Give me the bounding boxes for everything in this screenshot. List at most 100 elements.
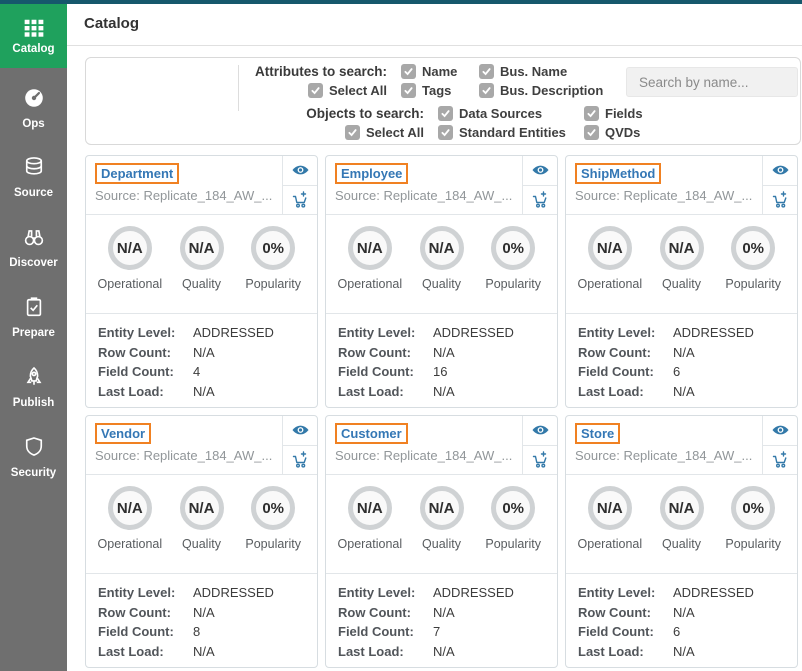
entity-stats: Entity Level:ADDRESSED Row Count:N/A Fie… bbox=[566, 314, 797, 407]
entity-source: Source: Replicate_184_AW_... bbox=[335, 188, 513, 203]
metric-circle: N/A bbox=[108, 226, 152, 270]
metric-popularity: 0% Popularity bbox=[237, 486, 309, 567]
entity-card: Vendor Source: Replicate_184_AW_... bbox=[85, 415, 318, 668]
entity-source: Source: Replicate_184_AW_... bbox=[335, 448, 513, 463]
metric-circle: 0% bbox=[731, 486, 775, 530]
add-to-cart-button[interactable] bbox=[283, 185, 317, 215]
stat-field-count: Field Count:7 bbox=[338, 622, 545, 642]
metric-quality: N/A Quality bbox=[166, 226, 238, 307]
entity-card-actions bbox=[762, 416, 797, 474]
entity-metrics: N/A Operational N/A Quality 0% Popularit… bbox=[326, 475, 557, 574]
metric-quality: N/A Quality bbox=[406, 486, 478, 567]
metric-quality: N/A Quality bbox=[646, 486, 718, 567]
checkbox-data-sources[interactable]: Data Sources bbox=[438, 106, 584, 121]
checkbox-checked-icon bbox=[401, 83, 416, 98]
preview-eye-button[interactable] bbox=[283, 416, 317, 445]
checkbox-objects-select-all[interactable]: Select All bbox=[345, 125, 424, 140]
add-to-cart-button[interactable] bbox=[283, 445, 317, 475]
top-accent-bar bbox=[0, 0, 802, 4]
stat-row-count: Row Count:N/A bbox=[338, 603, 545, 623]
metric-quality: N/A Quality bbox=[406, 226, 478, 307]
shield-icon bbox=[23, 436, 45, 458]
add-to-cart-button[interactable] bbox=[523, 185, 557, 215]
metric-circle: 0% bbox=[731, 226, 775, 270]
add-to-cart-button[interactable] bbox=[763, 445, 797, 475]
entity-card-header: Employee Source: Replicate_184_AW_... bbox=[326, 156, 557, 215]
metric-circle: N/A bbox=[420, 486, 464, 530]
entity-card-actions bbox=[522, 156, 557, 214]
checkbox-qvds[interactable]: QVDs bbox=[584, 125, 643, 140]
preview-eye-button[interactable] bbox=[763, 416, 797, 445]
checkbox-standard-entities[interactable]: Standard Entities bbox=[438, 125, 584, 140]
stat-entity-level: Entity Level:ADDRESSED bbox=[98, 323, 305, 343]
sidebar-item-label: Security bbox=[0, 467, 67, 479]
metric-circle: N/A bbox=[348, 226, 392, 270]
metric-operational: N/A Operational bbox=[574, 486, 646, 567]
preview-eye-button[interactable] bbox=[763, 156, 797, 185]
metric-operational: N/A Operational bbox=[334, 226, 406, 307]
stat-last-load: Last Load:N/A bbox=[98, 382, 305, 402]
checkbox-attributes-select-all[interactable]: Select All bbox=[308, 83, 387, 98]
preview-eye-button[interactable] bbox=[523, 156, 557, 185]
sidebar-item-label: Prepare bbox=[0, 327, 67, 339]
metric-circle: N/A bbox=[180, 486, 224, 530]
sidebar-item-security[interactable]: Security bbox=[0, 436, 67, 479]
entity-card-actions bbox=[282, 156, 317, 214]
metric-operational: N/A Operational bbox=[334, 486, 406, 567]
entity-card: Employee Source: Replicate_184_AW_... bbox=[325, 155, 558, 408]
checkbox-tags[interactable]: Tags bbox=[401, 83, 479, 98]
add-to-cart-button[interactable] bbox=[523, 445, 557, 475]
entity-name-badge[interactable]: Vendor bbox=[95, 423, 151, 444]
entity-source: Source: Replicate_184_AW_... bbox=[575, 448, 753, 463]
metric-circle: N/A bbox=[660, 486, 704, 530]
entity-card-header: Customer Source: Replicate_184_AW_... bbox=[326, 416, 557, 475]
entity-card: Customer Source: Replicate_184_AW_... bbox=[325, 415, 558, 668]
sidebar-item-ops[interactable]: Ops bbox=[0, 87, 67, 130]
sidebar-item-discover[interactable]: Discover bbox=[0, 226, 67, 269]
search-input[interactable] bbox=[626, 67, 798, 97]
stat-last-load: Last Load:N/A bbox=[578, 642, 785, 662]
metric-circle: 0% bbox=[491, 486, 535, 530]
entity-card-header: Store Source: Replicate_184_AW_... bbox=[566, 416, 797, 475]
entity-name-badge[interactable]: Employee bbox=[335, 163, 408, 184]
stat-row-count: Row Count:N/A bbox=[98, 343, 305, 363]
sidebar-item-publish[interactable]: Publish bbox=[0, 366, 67, 409]
metric-popularity: 0% Popularity bbox=[717, 226, 789, 307]
checkbox-checked-icon bbox=[479, 64, 494, 79]
preview-eye-button[interactable] bbox=[523, 416, 557, 445]
attributes-filter-group: Attributes to search: Name Bus. Name Sel… bbox=[86, 64, 603, 98]
entity-stats: Entity Level:ADDRESSED Row Count:N/A Fie… bbox=[86, 574, 317, 667]
database-icon bbox=[23, 156, 45, 178]
checkbox-bus-name[interactable]: Bus. Name bbox=[479, 64, 603, 79]
checkbox-checked-icon bbox=[308, 83, 323, 98]
entity-name-badge[interactable]: Customer bbox=[335, 423, 408, 444]
sidebar-item-catalog[interactable]: Catalog bbox=[0, 4, 67, 68]
sidebar: Catalog Ops Source Disc bbox=[0, 0, 67, 671]
checkbox-checked-icon bbox=[479, 83, 494, 98]
checkbox-fields[interactable]: Fields bbox=[584, 106, 643, 121]
entity-name-badge[interactable]: Store bbox=[575, 423, 620, 444]
preview-eye-button[interactable] bbox=[283, 156, 317, 185]
entity-metrics: N/A Operational N/A Quality 0% Popularit… bbox=[86, 475, 317, 574]
page-header: Catalog bbox=[67, 4, 802, 46]
entity-card-actions bbox=[522, 416, 557, 474]
sidebar-item-source[interactable]: Source bbox=[0, 156, 67, 199]
sidebar-item-label: Source bbox=[0, 187, 67, 199]
sidebar-item-label: Publish bbox=[0, 397, 67, 409]
metric-popularity: 0% Popularity bbox=[717, 486, 789, 567]
stat-row-count: Row Count:N/A bbox=[338, 343, 545, 363]
entity-stats: Entity Level:ADDRESSED Row Count:N/A Fie… bbox=[326, 574, 557, 667]
grid-icon bbox=[23, 17, 45, 39]
entity-name-badge[interactable]: ShipMethod bbox=[575, 163, 661, 184]
entity-metrics: N/A Operational N/A Quality 0% Popularit… bbox=[566, 475, 797, 574]
checkbox-bus-description[interactable]: Bus. Description bbox=[479, 83, 603, 98]
entity-stats: Entity Level:ADDRESSED Row Count:N/A Fie… bbox=[326, 314, 557, 407]
checkbox-checked-icon bbox=[584, 106, 599, 121]
sidebar-item-prepare[interactable]: Prepare bbox=[0, 296, 67, 339]
stat-last-load: Last Load:N/A bbox=[578, 382, 785, 402]
metric-circle: N/A bbox=[348, 486, 392, 530]
checkbox-name[interactable]: Name bbox=[401, 64, 479, 79]
add-to-cart-button[interactable] bbox=[763, 185, 797, 215]
stat-field-count: Field Count:4 bbox=[98, 362, 305, 382]
entity-name-badge[interactable]: Department bbox=[95, 163, 179, 184]
